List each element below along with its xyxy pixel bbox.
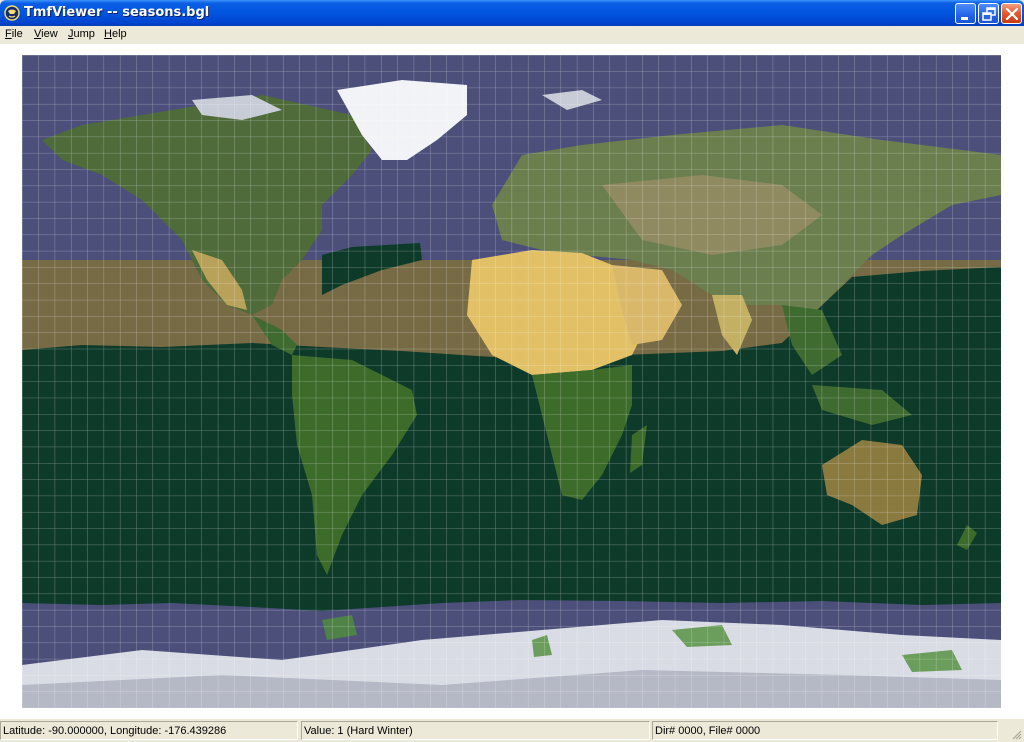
maximize-icon <box>982 7 996 21</box>
status-coordinates: Latitude: -90.000000, Longitude: -176.43… <box>0 721 298 740</box>
close-button[interactable] <box>1001 3 1022 24</box>
close-icon <box>1005 7 1019 21</box>
app-globe-icon[interactable] <box>4 5 20 21</box>
menu-help[interactable]: Help <box>104 28 127 40</box>
status-value: Value: 1 (Hard Winter) <box>301 721 650 740</box>
menu-jump[interactable]: Jump <box>68 28 95 40</box>
lat-long-grid <box>22 55 1001 708</box>
seasons-world-map[interactable] <box>22 55 1001 708</box>
minimize-button[interactable] <box>955 3 976 24</box>
status-bar: Latitude: -90.000000, Longitude: -176.43… <box>0 718 1024 742</box>
maximize-button[interactable] <box>978 3 999 24</box>
resize-grip-icon[interactable] <box>1010 728 1022 740</box>
menu-view[interactable]: View <box>34 28 58 40</box>
title-bar[interactable]: TmfViewer -- seasons.bgl <box>0 0 1024 26</box>
status-file: Dir# 0000, File# 0000 <box>652 721 998 740</box>
menu-bar: File View Jump Help <box>0 26 1024 44</box>
minimize-icon <box>961 17 968 20</box>
window-title: TmfViewer -- seasons.bgl <box>24 5 210 20</box>
menu-file[interactable]: File <box>5 28 23 40</box>
